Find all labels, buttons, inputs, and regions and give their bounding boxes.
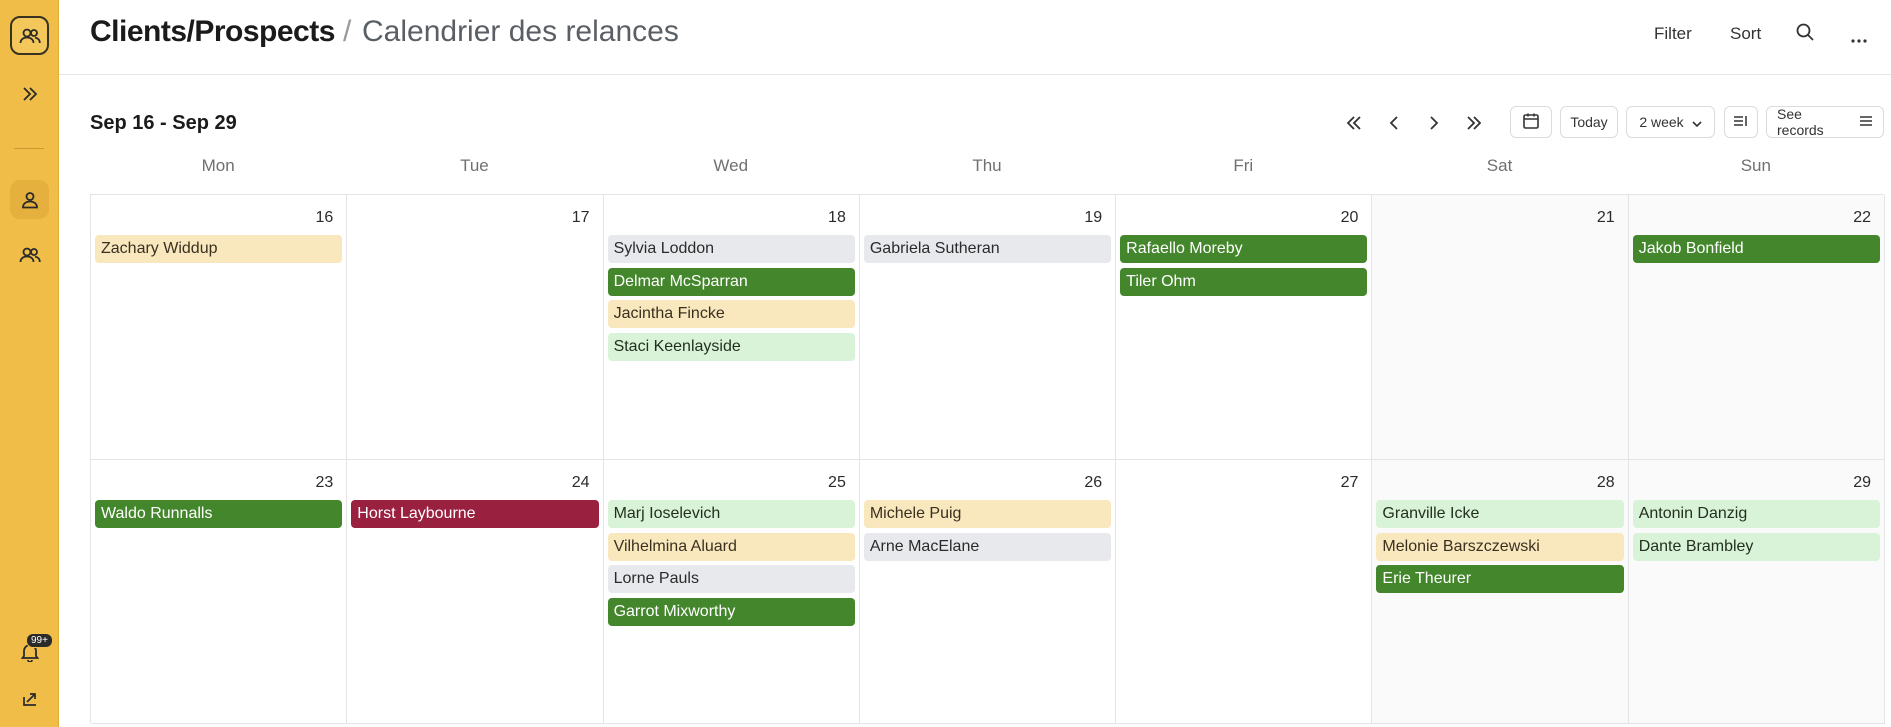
weekday-label: Thu <box>972 156 1002 175</box>
notification-count-badge: 99+ <box>26 633 53 648</box>
contact-button[interactable] <box>10 180 49 219</box>
event-chip[interactable]: Sylvia Loddon <box>607 235 855 263</box>
sort-button[interactable]: Sort <box>1730 24 1761 44</box>
expand-sidebar-button[interactable] <box>10 74 49 113</box>
more-options-icon[interactable] <box>1851 30 1867 48</box>
calendar-icon <box>1522 112 1540 133</box>
day-cell[interactable]: 19 Gabriela Sutheran <box>859 195 1117 460</box>
share-icon <box>22 691 38 707</box>
day-number: 29 <box>1853 474 1871 491</box>
event-chip[interactable]: Jacintha Fincke <box>607 300 855 328</box>
day-number: 19 <box>1084 209 1103 226</box>
event-chip[interactable]: Delmar McSparran <box>607 267 855 296</box>
event-chip[interactable]: Melonie Barszczewski <box>1376 532 1624 561</box>
day-number: 22 <box>1853 209 1871 226</box>
users-icon <box>19 27 41 45</box>
day-cell[interactable]: 18 Sylvia Loddon Delmar McSparran Jacintha … <box>603 195 860 460</box>
weekday-label: Fri <box>1233 156 1254 175</box>
weekday-label: Sun <box>1740 156 1771 175</box>
day-number: 18 <box>828 209 846 226</box>
day-cell[interactable]: 23 Waldo Runnalls <box>91 460 348 724</box>
day-number: 24 <box>571 474 590 491</box>
event-chip[interactable]: Marj Ioselevich <box>607 500 855 528</box>
event-chip[interactable]: Gabriela Sutheran <box>863 235 1112 263</box>
event-chip[interactable]: Dante Brambley <box>1632 532 1880 561</box>
see-records-label: See records <box>1777 106 1824 138</box>
day-cell[interactable]: 20 Rafaello Moreby Tiler Ohm <box>1116 195 1373 460</box>
previous-icon[interactable] <box>1382 111 1406 135</box>
day-number: 28 <box>1596 474 1615 491</box>
user-icon <box>21 191 39 209</box>
day-cell[interactable]: 27 <box>1116 460 1373 724</box>
day-number: 21 <box>1596 209 1615 226</box>
previous-period-double-icon[interactable] <box>1342 111 1366 135</box>
search-icon[interactable] <box>1795 22 1815 47</box>
day-number: 25 <box>828 474 846 491</box>
day-cell[interactable]: 21 <box>1372 195 1629 460</box>
weekday-label: Tue <box>460 156 489 175</box>
users-icon <box>19 246 41 264</box>
event-chip[interactable]: Tiler Ohm <box>1120 267 1368 296</box>
event-chip[interactable]: Waldo Runnalls <box>95 500 343 528</box>
day-cell[interactable]: 29 Antonin Danzig Dante Brambley <box>1628 460 1885 724</box>
share-button[interactable] <box>10 679 49 718</box>
display-options-button[interactable] <box>1724 106 1758 138</box>
day-cell[interactable]: 25 Marj Ioselevich Vilhelmina Aluard Lorne … <box>603 460 860 724</box>
main-area: Clients/Prospects / Calendrier des relan… <box>59 0 1891 727</box>
event-chip[interactable]: Antonin Danzig <box>1632 500 1880 528</box>
event-chip[interactable]: Jakob Bonfield <box>1632 235 1880 263</box>
event-chip[interactable]: Arne MacElane <box>863 532 1112 561</box>
event-chip[interactable]: Zachary Widdup <box>95 235 343 263</box>
breadcrumb-view-name[interactable]: Calendrier des relances <box>362 15 679 49</box>
day-number: 20 <box>1340 209 1359 226</box>
day-number: 17 <box>571 209 590 226</box>
day-cell[interactable]: 26 Michele Puig Arne MacElane <box>859 460 1117 724</box>
day-cell[interactable]: 24 Horst Laybourne <box>347 460 604 724</box>
chevrons-right-icon <box>21 86 39 102</box>
breadcrumb-app-name[interactable]: Clients/Prospects <box>90 15 335 49</box>
today-button[interactable]: Today <box>1560 106 1618 138</box>
day-cell[interactable]: 17 <box>347 195 604 460</box>
day-number: 23 <box>315 474 334 491</box>
event-chip[interactable]: Erie Theurer <box>1376 565 1624 593</box>
event-chip[interactable]: Lorne Pauls <box>607 565 855 593</box>
workspace-button[interactable] <box>10 16 49 55</box>
event-chip[interactable]: Granville Icke <box>1376 500 1624 528</box>
event-chip[interactable]: Staci Keenlayside <box>607 332 855 361</box>
team-button[interactable] <box>10 235 49 274</box>
day-cell[interactable]: 28 Granville Icke Melonie Barszczewski Erie… <box>1372 460 1629 724</box>
calendar-grid: 16 Zachary Widdup 17 18 Sylvia Loddon Delmar … <box>90 194 1885 724</box>
date-picker-button[interactable] <box>1510 106 1552 138</box>
day-cell[interactable]: 22 Jakob Bonfield <box>1628 195 1885 460</box>
period-select-value: 2 week <box>1639 114 1684 130</box>
left-rail: 99+ <box>0 0 59 727</box>
event-chip[interactable]: Rafaello Moreby <box>1120 235 1368 263</box>
header-bar: Clients/Prospects / Calendrier des relan… <box>59 0 1891 75</box>
next-icon[interactable] <box>1422 111 1446 135</box>
event-chip[interactable]: Vilhelmina Aluard <box>607 532 855 561</box>
day-number: 27 <box>1340 474 1359 491</box>
menu-icon <box>1859 114 1873 130</box>
list-settings-icon <box>1733 114 1749 130</box>
event-chip[interactable]: Michele Puig <box>863 500 1112 528</box>
breadcrumb-separator: / <box>343 15 352 48</box>
next-period-double-icon[interactable] <box>1462 111 1486 135</box>
chevron-down-icon <box>1692 114 1702 130</box>
rail-divider <box>14 148 44 149</box>
weekday-label: Mon <box>201 156 235 175</box>
event-chip[interactable]: Garrot Mixworthy <box>607 597 855 626</box>
day-number: 16 <box>315 209 334 226</box>
period-select[interactable]: 2 week <box>1626 106 1715 138</box>
see-records-button[interactable]: See records <box>1766 106 1884 138</box>
date-range-title: Sep 16 - Sep 29 <box>90 112 237 134</box>
day-number: 26 <box>1084 474 1103 491</box>
event-chip[interactable]: Horst Laybourne <box>351 500 599 528</box>
filter-button[interactable]: Filter <box>1654 24 1692 44</box>
weekday-label: Sat <box>1486 156 1513 175</box>
day-cell[interactable]: 16 Zachary Widdup <box>91 195 348 460</box>
weekday-label: Wed <box>713 156 749 175</box>
